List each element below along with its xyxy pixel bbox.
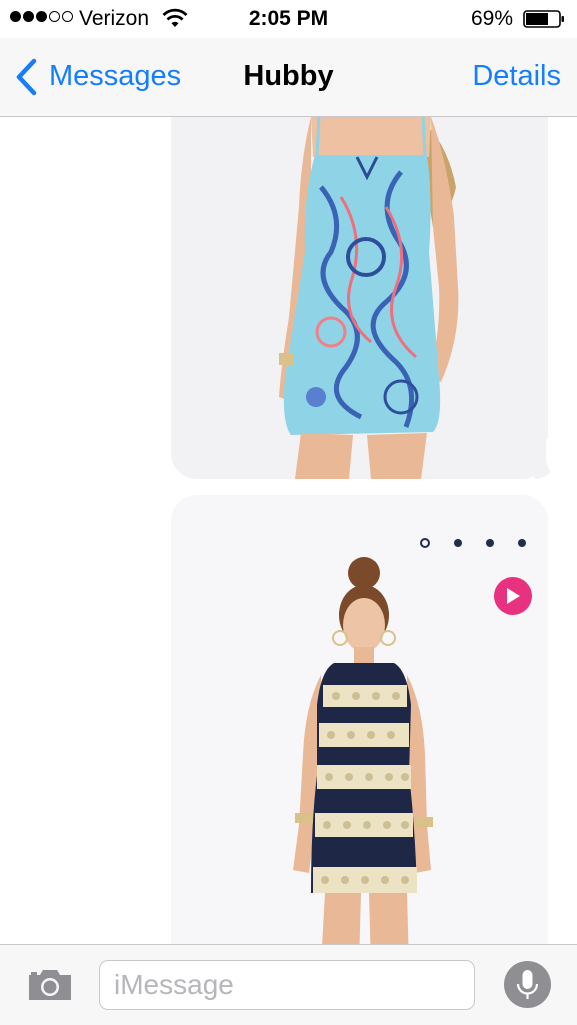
play-icon	[507, 588, 520, 604]
carousel-dot[interactable]	[454, 539, 462, 547]
details-button[interactable]: Details	[472, 60, 561, 93]
play-button[interactable]	[494, 577, 532, 615]
status-bar: Verizon 2:05 PM 69%	[0, 0, 577, 38]
image-message-bubble[interactable]	[171, 117, 548, 479]
battery-percent: 69%	[470, 7, 513, 30]
message-thread[interactable]	[0, 117, 577, 945]
microphone-button[interactable]	[504, 961, 551, 1008]
carousel-dot[interactable]	[486, 539, 494, 547]
message-input-bar: iMessage	[0, 944, 577, 1025]
carousel-dot[interactable]	[518, 539, 526, 547]
patterned-dress-photo	[279, 117, 459, 479]
camera-icon[interactable]	[26, 967, 74, 1003]
navigation-bar: Messages Hubby Details	[0, 38, 577, 117]
imessage-input[interactable]: iMessage	[99, 960, 475, 1010]
image-message-bubble[interactable]	[171, 495, 548, 945]
striped-dress-photo	[293, 557, 433, 945]
battery-icon	[523, 10, 564, 28]
microphone-icon	[516, 970, 539, 999]
carousel-dot-active[interactable]	[420, 538, 430, 548]
carousel-dots	[420, 538, 526, 548]
